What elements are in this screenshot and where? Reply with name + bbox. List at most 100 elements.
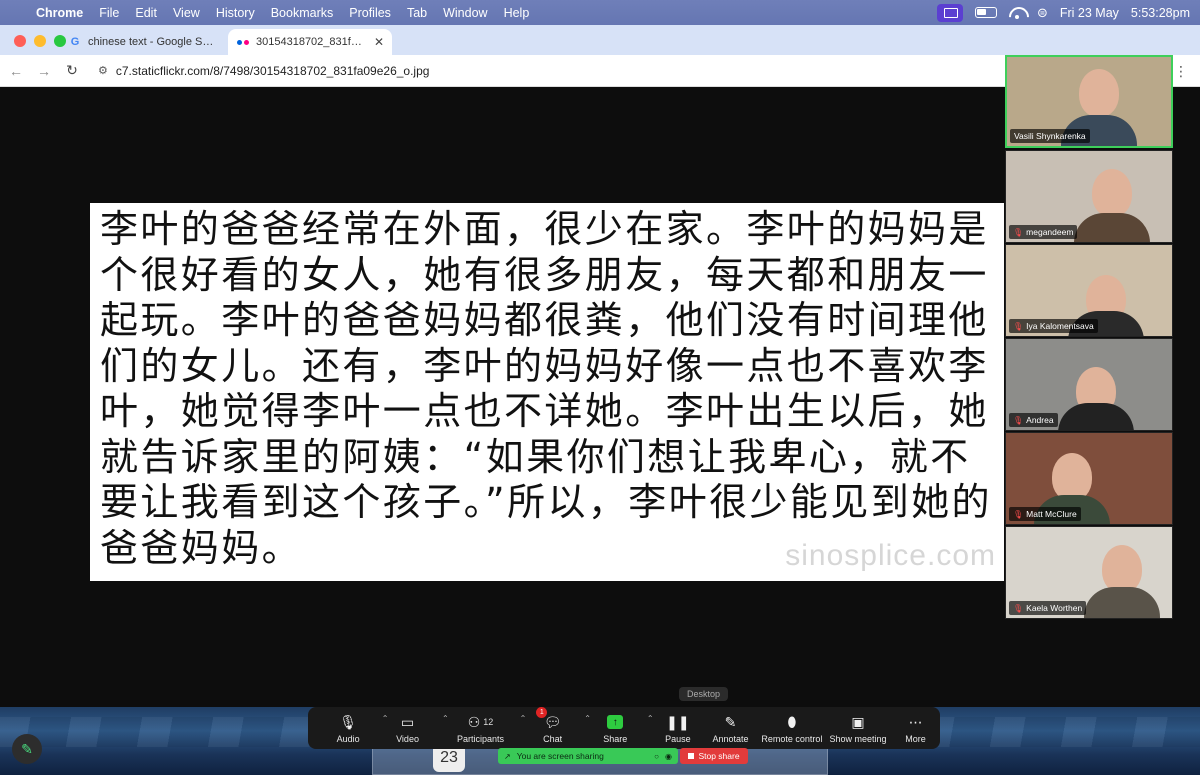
participant-name: Andrea: [1026, 415, 1054, 425]
participant-name: Matt McClure: [1026, 509, 1077, 519]
reload-icon[interactable]: ↻: [60, 62, 84, 79]
stop-square-icon: [688, 753, 695, 759]
show-meeting-label: Show meeting: [829, 734, 887, 744]
participants-button[interactable]: ⚇ 12 Participants ⌃: [447, 707, 526, 749]
shared-image: 李叶的爸爸经常在外面，很少在家。李叶的妈妈是个很好看的女人，她有很多朋友，每天都…: [90, 203, 1004, 581]
chat-label: Chat: [543, 734, 563, 744]
tab-flickr-image[interactable]: 30154318702_831fa09e26_o.jpg ✕: [228, 29, 392, 55]
remote-control-button[interactable]: ⬮ Remote control: [761, 707, 823, 749]
shared-screen-area: 李叶的爸爸经常在外面，很少在家。李叶的妈妈是个很好看的女人，她有很多朋友，每天都…: [0, 87, 1005, 707]
participant-name-tag: 🎙︎ Kaela Worthen: [1009, 601, 1087, 615]
pencil-icon: ✎: [724, 713, 737, 730]
participant-name: Kaela Worthen: [1026, 603, 1083, 613]
tab-title: 30154318702_831fa09e26_o.jpg: [256, 36, 368, 48]
chat-bubble-icon: 💬︎: [543, 713, 562, 730]
forward-arrow-icon[interactable]: →: [32, 63, 56, 79]
participant-tile[interactable]: 🎙︎ Andrea: [1005, 338, 1173, 431]
battery-icon[interactable]: [974, 7, 997, 18]
mouse-icon: ⬮: [787, 713, 797, 730]
zoom-meeting-toolbar: 🎙︎ Audio ⌃ ▭ Video ⌃ ⚇ 12 Participants ⌃ …: [308, 707, 940, 749]
menu-tab[interactable]: Tab: [399, 6, 435, 20]
participants-label: Participants: [456, 734, 504, 744]
chinese-passage-text: 李叶的爸爸经常在外面，很少在家。李叶的妈妈是个很好看的女人，她有很多朋友，每天都…: [100, 207, 992, 570]
participants-icon: ⚇ 12: [467, 713, 494, 730]
pause-icon: ❚❚: [666, 713, 690, 730]
menu-edit[interactable]: Edit: [127, 6, 165, 20]
show-meeting-button[interactable]: ▣ Show meeting: [829, 707, 887, 749]
site-info-icon[interactable]: ⚙: [98, 64, 108, 77]
participant-name-tag: 🎙︎ Iya Kalomentsava: [1009, 319, 1098, 333]
wifi-icon[interactable]: [1009, 7, 1025, 19]
address-bar[interactable]: ⚙ c7.staticflickr.com/8/7498/30154318702…: [92, 59, 992, 83]
tab-title: chinese text - Google Search: [88, 36, 216, 48]
participant-name: Vasili Shynkarenka: [1014, 131, 1086, 141]
participant-name-tag: Vasili Shynkarenka: [1010, 129, 1090, 143]
participant-face: [1079, 69, 1119, 117]
chat-button[interactable]: 💬︎ 1 Chat ⌃: [526, 707, 591, 749]
participant-tile[interactable]: 🎙︎ Matt McClure: [1005, 432, 1173, 525]
more-dots-icon: ⋯: [908, 713, 923, 730]
control-center-icon[interactable]: ⊜: [1037, 5, 1048, 21]
share-screen-icon: ↑: [607, 712, 624, 732]
video-button[interactable]: ▭ Video ⌃: [378, 707, 449, 749]
annotate-pencil-icon[interactable]: ✎: [12, 734, 42, 764]
pause-share-button[interactable]: ❚❚ Pause: [652, 707, 705, 749]
participant-body: [1084, 587, 1160, 618]
participant-count: 12: [483, 717, 494, 727]
status-circle-icon: ○: [654, 751, 660, 761]
participant-face: [1102, 545, 1142, 593]
audio-button[interactable]: 🎙︎ Audio ⌃: [320, 707, 389, 749]
sharing-status-text: You are screen sharing: [516, 751, 604, 761]
menubar: Chrome File Edit View History Bookmarks …: [0, 0, 1200, 25]
minimize-window-button[interactable]: [34, 35, 46, 47]
microphone-icon: 🎙︎: [339, 713, 358, 730]
participant-name-tag: 🎙︎ megandeem: [1009, 225, 1078, 239]
mic-muted-icon: 🎙︎: [1013, 227, 1024, 237]
menu-history[interactable]: History: [208, 6, 263, 20]
menubar-time[interactable]: 5:53:28pm: [1131, 6, 1190, 20]
audio-label: Audio: [336, 734, 360, 744]
meeting-window-icon: ▣: [851, 713, 865, 730]
annotate-button[interactable]: ✎ Annotate: [704, 707, 757, 749]
mic-muted-icon: 🎙︎: [1013, 603, 1024, 613]
google-icon: G: [70, 36, 80, 48]
close-tab-icon[interactable]: ✕: [374, 35, 384, 49]
participant-tile[interactable]: Vasili Shynkarenka: [1005, 55, 1173, 148]
chevron-down-icon[interactable]: ⌃: [520, 714, 527, 723]
window-controls: [14, 35, 66, 47]
menu-bookmarks[interactable]: Bookmarks: [263, 6, 342, 20]
flickr-icon: [236, 35, 250, 49]
screen-sharing-icon[interactable]: [936, 3, 963, 22]
menu-app-name[interactable]: Chrome: [34, 6, 91, 20]
screen-sharing-indicator[interactable]: ↗ You are screen sharing ○ ◉: [498, 748, 678, 764]
menu-profiles[interactable]: Profiles: [341, 6, 399, 20]
camera-icon: ▭: [400, 713, 415, 730]
share-button[interactable]: ↑ Share ⌃: [589, 707, 653, 749]
participant-tile[interactable]: 🎙︎ megandeem: [1005, 150, 1173, 243]
tab-google-search[interactable]: G chinese text - Google Search: [60, 29, 224, 55]
menu-file[interactable]: File: [91, 6, 127, 20]
menubar-date[interactable]: Fri 23 May: [1060, 6, 1119, 20]
back-arrow-icon[interactable]: ←: [4, 63, 28, 79]
menubar-status-area: ⊜ Fri 23 May 5:53:28pm: [936, 0, 1190, 25]
participant-name: Iya Kalomentsava: [1026, 321, 1094, 331]
close-window-button[interactable]: [14, 35, 26, 47]
mic-muted-icon: 🎙︎: [1013, 509, 1024, 519]
participant-video-strip: Vasili Shynkarenka 🎙︎ megandeem 🎙︎ Iya K…: [1005, 55, 1173, 620]
participant-tile[interactable]: 🎙︎ Kaela Worthen: [1005, 526, 1173, 619]
participant-body: [1058, 403, 1134, 430]
image-watermark: sinosplice.com: [785, 539, 996, 572]
participant-tile[interactable]: 🎙︎ Iya Kalomentsava: [1005, 244, 1173, 337]
url-text[interactable]: c7.staticflickr.com/8/7498/30154318702_8…: [116, 64, 430, 78]
more-options-icon[interactable]: ⋮: [1174, 63, 1188, 80]
menu-view[interactable]: View: [165, 6, 208, 20]
participant-face: [1052, 453, 1092, 501]
stop-share-button[interactable]: Stop share: [680, 748, 748, 764]
menu-window[interactable]: Window: [435, 6, 495, 20]
menu-help[interactable]: Help: [496, 6, 538, 20]
pause-label: Pause: [665, 734, 691, 744]
stop-share-label: Stop share: [698, 751, 740, 761]
remote-control-label: Remote control: [761, 734, 823, 744]
participant-name-tag: 🎙︎ Andrea: [1009, 413, 1058, 427]
more-button[interactable]: ⋯ More: [891, 707, 940, 749]
